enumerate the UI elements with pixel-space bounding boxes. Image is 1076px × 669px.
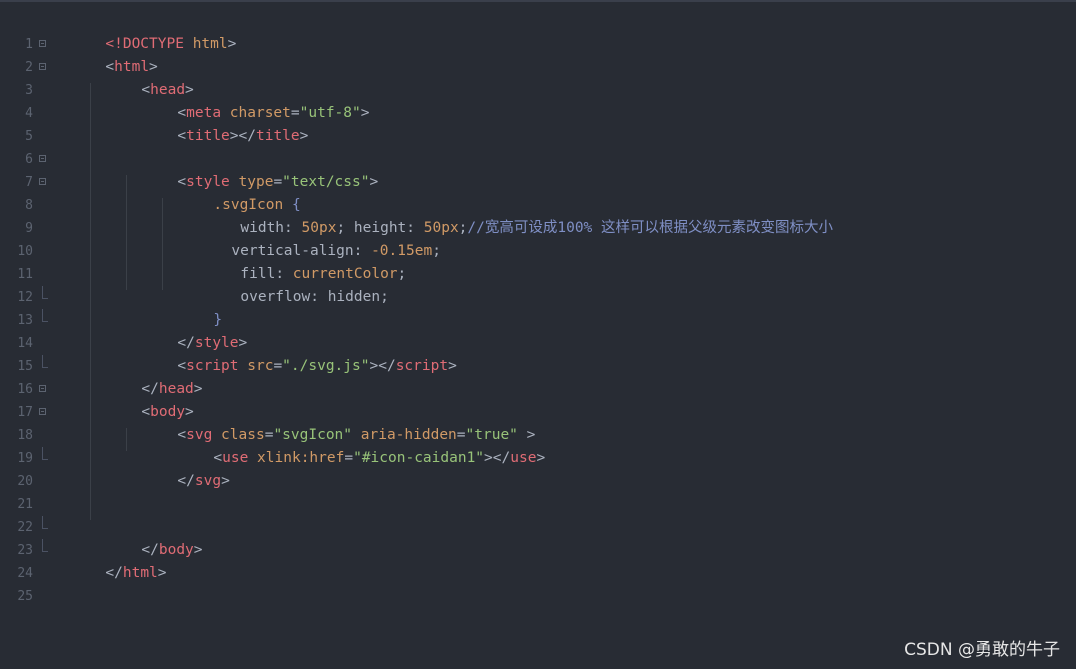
fold-toggle-icon[interactable] bbox=[39, 408, 46, 415]
fold-end-marker bbox=[42, 516, 48, 529]
fold-toggle-icon[interactable] bbox=[39, 63, 46, 70]
code-line[interactable]: 24 </html> bbox=[0, 539, 1076, 581]
code-line[interactable]: 21 bbox=[0, 470, 1076, 512]
line-number: 25 bbox=[17, 589, 33, 604]
code-line[interactable]: 23 </body> bbox=[0, 516, 1076, 558]
code-line[interactable]: 7 <style type="text/css"> bbox=[0, 148, 1076, 190]
code-line[interactable]: 5 <title></title> bbox=[0, 102, 1076, 144]
code-line[interactable]: 1 <!DOCTYPE html> bbox=[0, 10, 1076, 52]
fold-end-marker bbox=[42, 286, 48, 299]
code-line[interactable]: 25 bbox=[0, 562, 1076, 604]
code-line[interactable]: 6 bbox=[0, 125, 1076, 167]
fold-end-marker bbox=[42, 309, 48, 322]
code-line[interactable]: 3 <head> bbox=[0, 56, 1076, 98]
code-line[interactable]: 2 <html> bbox=[0, 33, 1076, 75]
code-line[interactable]: 8 .svgIcon { bbox=[0, 171, 1076, 213]
fold-toggle-icon[interactable] bbox=[39, 155, 46, 162]
fold-toggle-icon[interactable] bbox=[39, 385, 46, 392]
code-line[interactable]: 13 } bbox=[0, 286, 1076, 328]
code-line[interactable]: 20 </svg> bbox=[0, 447, 1076, 489]
code-line[interactable]: 9 width: 50px; height: 50px;//宽高可设成100% … bbox=[0, 194, 1076, 236]
fold-end-marker bbox=[42, 539, 48, 552]
code-line[interactable]: 17 <body> bbox=[0, 378, 1076, 420]
code-line[interactable]: 18 <svg class="svgIcon" aria-hidden="tru… bbox=[0, 401, 1076, 443]
code-line[interactable]: 22 bbox=[0, 493, 1076, 535]
code-line[interactable]: 14 </style> bbox=[0, 309, 1076, 351]
fold-toggle-icon[interactable] bbox=[39, 178, 46, 185]
fold-toggle-icon[interactable] bbox=[39, 40, 46, 47]
code-line[interactable]: 10 vertical-align: -0.15em; bbox=[0, 217, 1076, 259]
code-editor[interactable]: 1 <!DOCTYPE html> 2 <html> 3 <head> 4 <m… bbox=[0, 0, 1076, 669]
code-line[interactable]: 11 fill: currentColor; bbox=[0, 240, 1076, 282]
fold-end-marker bbox=[42, 355, 48, 368]
code-line[interactable]: 4 <meta charset="utf-8"> bbox=[0, 79, 1076, 121]
code-line[interactable]: 19 <use xlink:href="#icon-caidan1"></use… bbox=[0, 424, 1076, 466]
fold-end-marker bbox=[42, 447, 48, 460]
code-line[interactable]: 12 overflow: hidden; bbox=[0, 263, 1076, 305]
code-line[interactable]: 15 <script src="./svg.js"></script> bbox=[0, 332, 1076, 374]
watermark-text: CSDN @勇敢的牛子 bbox=[904, 640, 1060, 660]
code-line[interactable]: 16 </head> bbox=[0, 355, 1076, 397]
